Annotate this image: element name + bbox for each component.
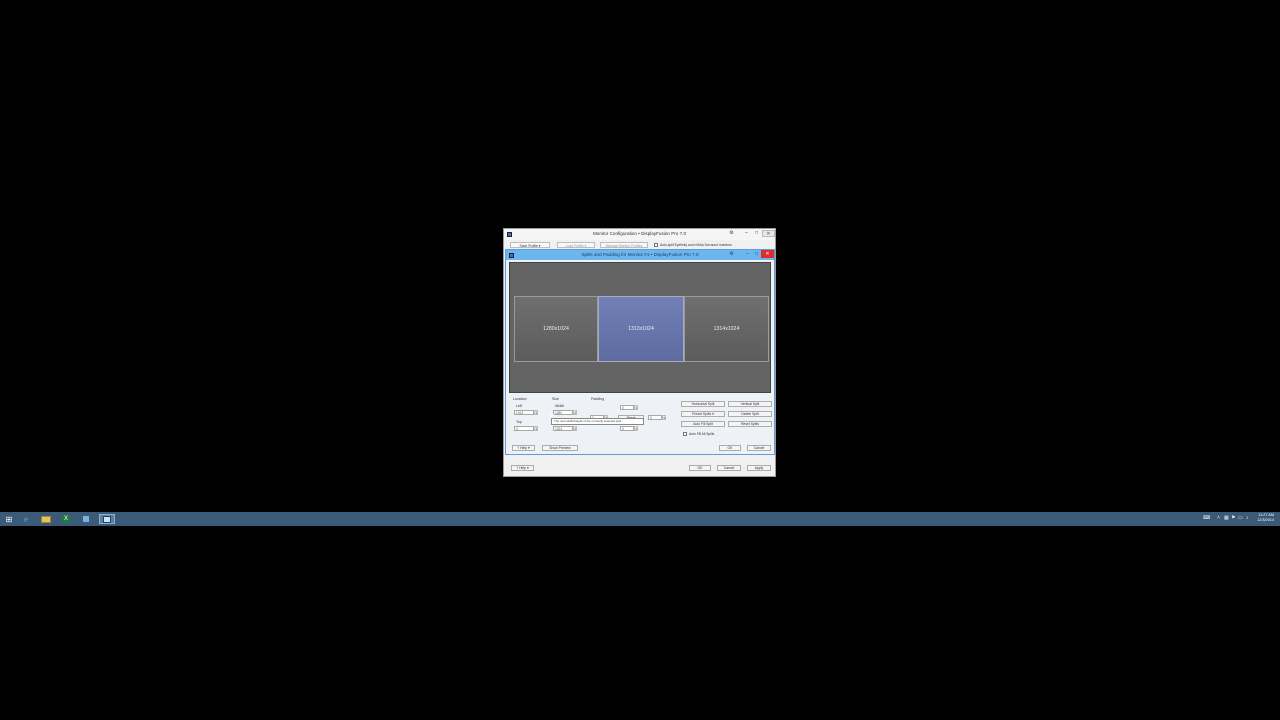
help-icon: ? — [517, 446, 520, 450]
load-profile-label: Load Profile — [565, 244, 584, 248]
width-label: Width — [555, 404, 565, 408]
keyboard-icon[interactable]: ⌨ — [1203, 515, 1210, 521]
save-profile-button[interactable]: Save Profile ▾ — [510, 242, 550, 248]
outer-help-label: Help — [519, 466, 527, 470]
split-3[interactable]: 1314x1024 — [684, 296, 769, 362]
split-preview-area: 1280x1024 1313x1024 1314x1024 — [509, 262, 771, 393]
left-input[interactable]: 1313 — [514, 410, 534, 415]
location-group-label: Location — [513, 397, 527, 401]
auto-split-checkbox[interactable] — [654, 243, 658, 247]
manage-profiles-button[interactable]: Manage Monitor Profiles — [600, 242, 648, 248]
network-icon[interactable]: ▦ — [1224, 515, 1229, 521]
minimize-icon[interactable]: – — [743, 251, 752, 258]
preset-splits-button[interactable]: Preset Splits ▾ — [681, 411, 725, 417]
chevron-down-icon: ▾ — [584, 244, 587, 248]
spinner-arrows-icon[interactable]: ⇕ — [634, 426, 638, 431]
chevron-down-icon: ▾ — [712, 412, 714, 416]
padding-bottom-input[interactable]: 0 — [620, 426, 634, 431]
delete-split-button[interactable]: Delete Split — [728, 411, 772, 417]
spinner-arrows-icon[interactable]: ⇕ — [573, 410, 577, 415]
clock-date: 12/3/2014 — [1257, 518, 1274, 522]
clock[interactable]: 11:27 AM 12/3/2014 — [1257, 513, 1274, 523]
split-label: 1313x1024 — [628, 326, 654, 332]
monitor-icon[interactable]: ▭ — [1238, 515, 1243, 521]
padding-top-input[interactable]: 0 — [620, 405, 634, 410]
inner-cancel-button[interactable]: Cancel — [747, 445, 771, 451]
chevron-down-icon: ▾ — [527, 466, 529, 470]
auto-split-label: Auto-split Eyefinity and nVidia Surround… — [660, 243, 732, 247]
inner-titlebar[interactable]: Splits and Padding for Monitor #1 • Disp… — [506, 250, 774, 260]
displayfusion-icon[interactable] — [99, 514, 115, 524]
split-1[interactable]: 1280x1024 — [514, 296, 598, 362]
maximize-icon[interactable]: □ — [752, 230, 761, 237]
outer-help-button[interactable]: ? Help ▾ — [511, 465, 534, 471]
width-tooltip: The new width/height of the currently se… — [551, 418, 644, 425]
mouse-cursor-icon: ➤ — [550, 413, 556, 419]
taskbar: ⊞ e X ⌨ ˄ ▦ ⚑ ▭ ♪ 11:27 AM 12/3/2014 — [0, 512, 1280, 526]
settings-icon[interactable]: ⚙ — [727, 251, 736, 258]
flag-icon[interactable]: ⚑ — [1231, 515, 1235, 521]
padding-right-input[interactable]: 0 — [648, 415, 662, 420]
horizontal-split-button[interactable]: Horizontal Split — [681, 401, 725, 407]
spinner-arrows-icon[interactable]: ⇕ — [634, 405, 638, 410]
left-label: Left — [516, 404, 522, 408]
load-profile-button[interactable]: Load Profile ▾ — [557, 242, 595, 248]
vertical-split-button[interactable]: Vertical Split — [728, 401, 772, 407]
inner-ok-button[interactable]: OK — [719, 445, 741, 451]
settings-icon[interactable]: ⚙ — [727, 230, 736, 237]
close-icon[interactable]: ✕ — [761, 250, 774, 258]
auto-fill-split-button[interactable]: Auto Fill Split — [681, 421, 725, 427]
chevron-up-icon[interactable]: ˄ — [1217, 515, 1220, 521]
ie-icon[interactable]: e — [20, 514, 32, 524]
split-2-selected[interactable]: 1313x1024 — [598, 296, 684, 362]
outer-cancel-button[interactable]: Cancel — [717, 465, 741, 471]
split-label: 1314x1024 — [713, 326, 740, 332]
show-preview-button[interactable]: Show Preview — [542, 445, 578, 451]
padding-group-label: Padding — [591, 397, 605, 401]
reset-splits-button[interactable]: Reset Splits — [728, 421, 772, 427]
outer-titlebar[interactable]: Monitor Configuration • DisplayFusion Pr… — [504, 229, 775, 240]
inner-help-label: Help — [520, 446, 528, 450]
chevron-down-icon: ▾ — [528, 446, 530, 450]
start-icon[interactable]: ⊞ — [3, 514, 15, 524]
top-label: Top — [516, 420, 522, 424]
split-label: 1280x1024 — [543, 326, 569, 332]
help-icon: ? — [516, 466, 519, 470]
explorer-icon[interactable] — [40, 514, 52, 524]
preset-splits-label: Preset Splits — [692, 412, 712, 416]
spinner-arrows-icon[interactable]: ⇕ — [662, 415, 666, 420]
outer-ok-button[interactable]: OK — [689, 465, 711, 471]
maximize-icon[interactable]: □ — [752, 251, 761, 258]
top-input[interactable]: 0 — [514, 426, 534, 431]
save-profile-label: Save Profile — [519, 244, 538, 248]
minimize-icon[interactable]: – — [742, 230, 751, 237]
outer-apply-button[interactable]: Apply — [747, 465, 771, 471]
spinner-arrows-icon[interactable]: ⇕ — [534, 426, 538, 431]
inner-help-button[interactable]: ? Help ▾ — [512, 445, 535, 451]
speaker-icon[interactable]: ♪ — [1246, 515, 1249, 521]
chevron-down-icon: ▾ — [538, 244, 541, 248]
spinner-arrows-icon[interactable]: ⇕ — [534, 410, 538, 415]
app-icon[interactable] — [80, 514, 92, 524]
spinner-arrows-icon[interactable]: ⇕ — [573, 426, 577, 431]
auto-fill-all-checkbox[interactable] — [683, 432, 687, 436]
height-input[interactable]: 1024 — [553, 426, 573, 431]
size-group-label: Size — [552, 397, 559, 401]
close-icon[interactable]: ✕ — [762, 230, 775, 237]
excel-icon[interactable]: X — [60, 514, 72, 524]
auto-fill-all-label: Auto Fill All Splits — [689, 432, 715, 436]
width-input[interactable]: 1280 — [553, 410, 573, 415]
